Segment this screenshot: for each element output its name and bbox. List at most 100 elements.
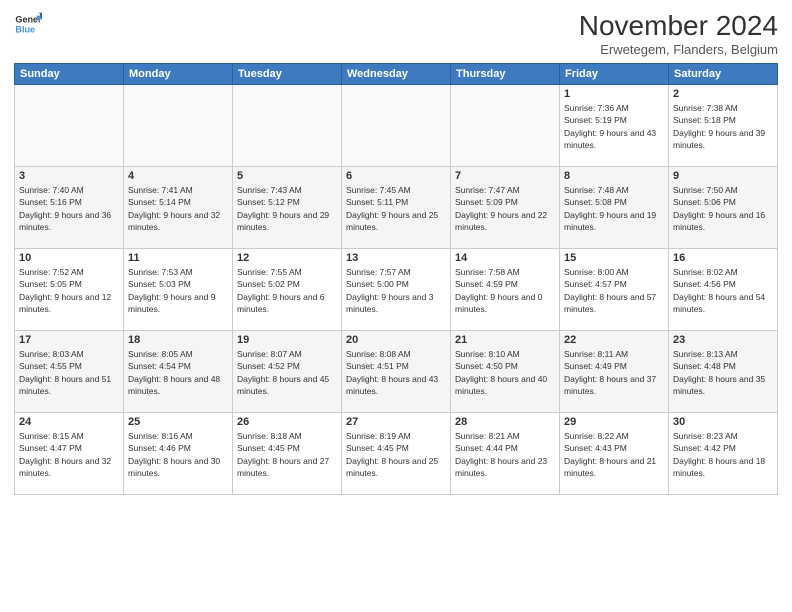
calendar-cell-w4-d3: 20Sunrise: 8:08 AM Sunset: 4:51 PM Dayli…	[342, 331, 451, 413]
calendar-cell-w3-d0: 10 Sunrise: 7:52 AM Sunset: 5:05 PM Dayli…	[15, 249, 124, 331]
day-number: 21	[455, 334, 555, 346]
day-number: 11	[128, 252, 228, 264]
day-info: Sunrise: 7:57 AM Sunset: 5:00 PM Dayligh…	[346, 266, 446, 315]
calendar-cell-w5-d6: 30 Sunrise: 8:23 AM Sunset: 4:42 PM Dayli…	[669, 413, 778, 495]
day-info: Sunrise: 8:05 AM Sunset: 4:54 PM Dayligh…	[128, 348, 228, 397]
day-number: 17	[19, 334, 119, 346]
day-info: Sunrise: 8:21 AM Sunset: 4:44 PM Dayligh…	[455, 430, 555, 479]
subtitle: Erwetegem, Flanders, Belgium	[579, 42, 778, 57]
day-number: 1	[564, 88, 664, 100]
header-thursday: Thursday	[451, 64, 560, 85]
header-saturday: Saturday	[669, 64, 778, 85]
day-number: 10	[19, 252, 119, 264]
logo: General Blue	[14, 10, 42, 38]
calendar-cell-w1-d1	[124, 85, 233, 167]
svg-text:Blue: Blue	[15, 24, 35, 34]
calendar-cell-w1-d3	[342, 85, 451, 167]
day-info: Sunrise: 7:47 AM Sunset: 5:09 PM Dayligh…	[455, 184, 555, 233]
calendar-cell-w3-d3: 13 Sunrise: 7:57 AM Sunset: 5:00 PM Dayli…	[342, 249, 451, 331]
calendar-cell-w5-d0: 24 Sunrise: 8:15 AM Sunset: 4:47 PM Dayli…	[15, 413, 124, 495]
header-friday: Friday	[560, 64, 669, 85]
day-number: 25	[128, 416, 228, 428]
page-container: General Blue November 2024 Erwetegem, Fl…	[0, 0, 792, 612]
day-info: Sunrise: 8:23 AM Sunset: 4:42 PM Dayligh…	[673, 430, 773, 479]
calendar-cell-w4-d5: 22Sunrise: 8:11 AM Sunset: 4:49 PM Dayli…	[560, 331, 669, 413]
calendar-cell-w1-d4	[451, 85, 560, 167]
calendar-cell-w2-d5: 8 Sunrise: 7:48 AM Sunset: 5:08 PM Daylig…	[560, 167, 669, 249]
day-number: 6	[346, 170, 446, 182]
header-sunday: Sunday	[15, 64, 124, 85]
calendar-cell-w5-d1: 25 Sunrise: 8:16 AM Sunset: 4:46 PM Dayli…	[124, 413, 233, 495]
day-number: 15	[564, 252, 664, 264]
day-number: 2	[673, 88, 773, 100]
day-info: Sunrise: 7:43 AM Sunset: 5:12 PM Dayligh…	[237, 184, 337, 233]
day-info: Sunrise: 7:50 AM Sunset: 5:06 PM Dayligh…	[673, 184, 773, 233]
day-info: Sunrise: 7:40 AM Sunset: 5:16 PM Dayligh…	[19, 184, 119, 233]
day-number: 7	[455, 170, 555, 182]
calendar-cell-w1-d6: 2Sunrise: 7:38 AM Sunset: 5:18 PM Daylig…	[669, 85, 778, 167]
day-number: 20	[346, 334, 446, 346]
day-number: 29	[564, 416, 664, 428]
header: General Blue November 2024 Erwetegem, Fl…	[14, 10, 778, 57]
calendar-cell-w4-d1: 18 Sunrise: 8:05 AM Sunset: 4:54 PM Dayli…	[124, 331, 233, 413]
calendar-cell-w2-d1: 4Sunrise: 7:41 AM Sunset: 5:14 PM Daylig…	[124, 167, 233, 249]
day-number: 13	[346, 252, 446, 264]
calendar-cell-w3-d6: 16 Sunrise: 8:02 AM Sunset: 4:56 PM Dayli…	[669, 249, 778, 331]
calendar-cell-w2-d4: 7 Sunrise: 7:47 AM Sunset: 5:09 PM Daylig…	[451, 167, 560, 249]
day-number: 4	[128, 170, 228, 182]
day-number: 8	[564, 170, 664, 182]
day-number: 30	[673, 416, 773, 428]
day-info: Sunrise: 8:00 AM Sunset: 4:57 PM Dayligh…	[564, 266, 664, 315]
calendar-header-row: Sunday Monday Tuesday Wednesday Thursday…	[15, 64, 778, 85]
day-info: Sunrise: 7:36 AM Sunset: 5:19 PM Dayligh…	[564, 102, 664, 151]
day-info: Sunrise: 7:53 AM Sunset: 5:03 PM Dayligh…	[128, 266, 228, 315]
day-number: 23	[673, 334, 773, 346]
calendar-cell-w3-d4: 14Sunrise: 7:58 AM Sunset: 4:59 PM Dayli…	[451, 249, 560, 331]
day-number: 9	[673, 170, 773, 182]
day-info: Sunrise: 8:11 AM Sunset: 4:49 PM Dayligh…	[564, 348, 664, 397]
day-info: Sunrise: 8:13 AM Sunset: 4:48 PM Dayligh…	[673, 348, 773, 397]
day-info: Sunrise: 8:18 AM Sunset: 4:45 PM Dayligh…	[237, 430, 337, 479]
calendar-cell-w2-d3: 6 Sunrise: 7:45 AM Sunset: 5:11 PM Daylig…	[342, 167, 451, 249]
day-info: Sunrise: 7:58 AM Sunset: 4:59 PM Dayligh…	[455, 266, 555, 315]
calendar-week-4: 17 Sunrise: 8:03 AM Sunset: 4:55 PM Dayli…	[15, 331, 778, 413]
calendar-cell-w2-d6: 9 Sunrise: 7:50 AM Sunset: 5:06 PM Daylig…	[669, 167, 778, 249]
day-number: 18	[128, 334, 228, 346]
day-number: 3	[19, 170, 119, 182]
day-info: Sunrise: 7:52 AM Sunset: 5:05 PM Dayligh…	[19, 266, 119, 315]
day-number: 16	[673, 252, 773, 264]
month-title: November 2024	[579, 10, 778, 42]
calendar-table: Sunday Monday Tuesday Wednesday Thursday…	[14, 63, 778, 495]
calendar-cell-w2-d2: 5 Sunrise: 7:43 AM Sunset: 5:12 PM Daylig…	[233, 167, 342, 249]
calendar-cell-w4-d6: 23 Sunrise: 8:13 AM Sunset: 4:48 PM Dayli…	[669, 331, 778, 413]
calendar-week-5: 24 Sunrise: 8:15 AM Sunset: 4:47 PM Dayli…	[15, 413, 778, 495]
calendar-cell-w1-d0	[15, 85, 124, 167]
calendar-cell-w2-d0: 3 Sunrise: 7:40 AM Sunset: 5:16 PM Daylig…	[15, 167, 124, 249]
day-number: 5	[237, 170, 337, 182]
calendar-week-3: 10 Sunrise: 7:52 AM Sunset: 5:05 PM Dayli…	[15, 249, 778, 331]
day-number: 24	[19, 416, 119, 428]
header-monday: Monday	[124, 64, 233, 85]
day-number: 28	[455, 416, 555, 428]
day-info: Sunrise: 8:22 AM Sunset: 4:43 PM Dayligh…	[564, 430, 664, 479]
calendar-cell-w5-d3: 27 Sunrise: 8:19 AM Sunset: 4:45 PM Dayli…	[342, 413, 451, 495]
day-number: 12	[237, 252, 337, 264]
header-tuesday: Tuesday	[233, 64, 342, 85]
logo-icon: General Blue	[14, 10, 42, 38]
calendar-cell-w3-d1: 11 Sunrise: 7:53 AM Sunset: 5:03 PM Dayli…	[124, 249, 233, 331]
calendar-cell-w5-d5: 29 Sunrise: 8:22 AM Sunset: 4:43 PM Dayli…	[560, 413, 669, 495]
day-info: Sunrise: 8:03 AM Sunset: 4:55 PM Dayligh…	[19, 348, 119, 397]
calendar-cell-w5-d4: 28 Sunrise: 8:21 AM Sunset: 4:44 PM Dayli…	[451, 413, 560, 495]
calendar-cell-w1-d2	[233, 85, 342, 167]
day-info: Sunrise: 7:48 AM Sunset: 5:08 PM Dayligh…	[564, 184, 664, 233]
calendar-cell-w3-d5: 15 Sunrise: 8:00 AM Sunset: 4:57 PM Dayli…	[560, 249, 669, 331]
day-info: Sunrise: 7:45 AM Sunset: 5:11 PM Dayligh…	[346, 184, 446, 233]
day-info: Sunrise: 8:19 AM Sunset: 4:45 PM Dayligh…	[346, 430, 446, 479]
calendar-cell-w1-d5: 1 Sunrise: 7:36 AM Sunset: 5:19 PM Daylig…	[560, 85, 669, 167]
day-info: Sunrise: 8:15 AM Sunset: 4:47 PM Dayligh…	[19, 430, 119, 479]
calendar-cell-w4-d2: 19Sunrise: 8:07 AM Sunset: 4:52 PM Dayli…	[233, 331, 342, 413]
calendar-cell-w4-d0: 17 Sunrise: 8:03 AM Sunset: 4:55 PM Dayli…	[15, 331, 124, 413]
day-info: Sunrise: 8:16 AM Sunset: 4:46 PM Dayligh…	[128, 430, 228, 479]
day-info: Sunrise: 8:02 AM Sunset: 4:56 PM Dayligh…	[673, 266, 773, 315]
day-number: 27	[346, 416, 446, 428]
